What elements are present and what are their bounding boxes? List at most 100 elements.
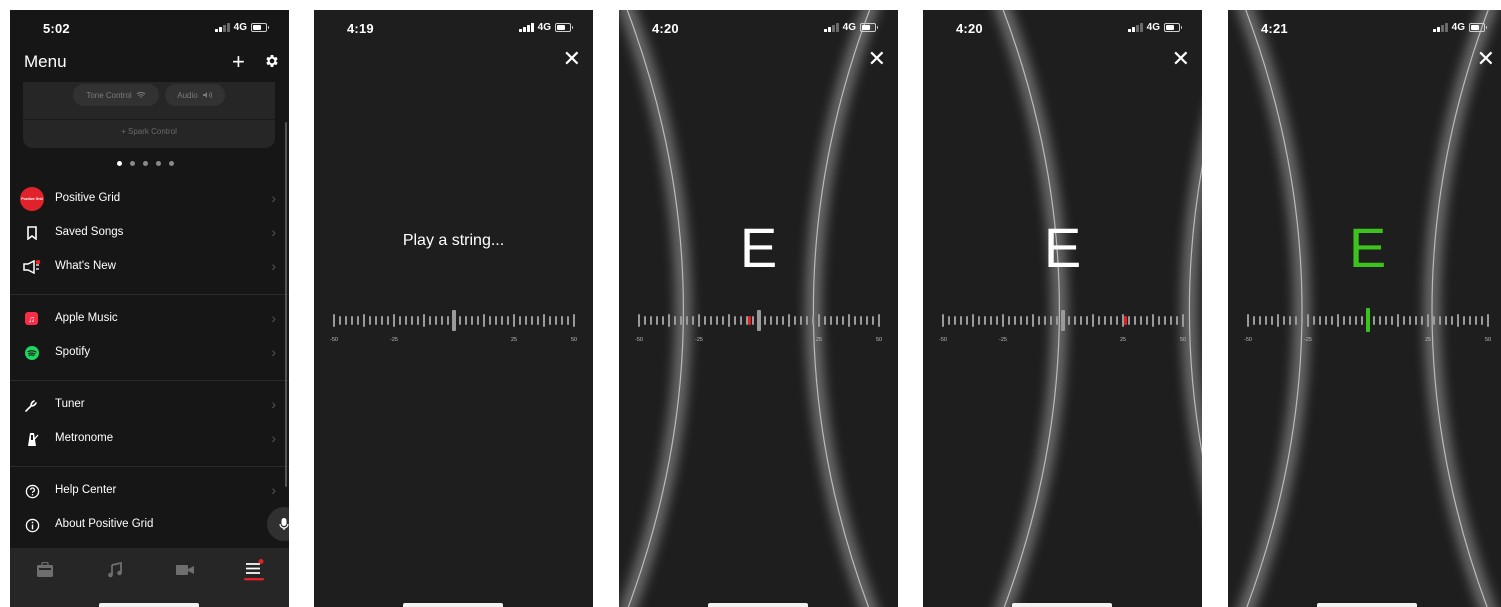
scale-tick	[1403, 315, 1406, 325]
gear-icon[interactable]	[264, 53, 280, 75]
scale-tick	[1014, 315, 1017, 325]
scale-tick	[471, 315, 474, 325]
microphone-icon	[279, 518, 289, 530]
scale-tick	[842, 315, 845, 325]
scale-label: 50	[570, 337, 578, 343]
scale-tick	[399, 315, 402, 325]
scale-tick	[806, 315, 809, 325]
scale-label: -25	[695, 337, 703, 343]
scale-tick	[662, 315, 665, 325]
page-dot[interactable]	[169, 161, 174, 166]
home-indicator	[1317, 603, 1417, 607]
divider	[10, 466, 289, 467]
menu-item-about[interactable]: About Positive Grid	[10, 508, 289, 542]
chevron-right-icon: ›	[271, 430, 276, 446]
signal-icon	[824, 23, 839, 32]
scale-tick	[452, 309, 456, 331]
scale-tick	[1487, 313, 1490, 327]
scale-label: 50	[875, 337, 883, 343]
menu-item-apple-music[interactable]: ♫ Apple Music ›	[10, 302, 289, 336]
scale-tick	[764, 315, 767, 325]
page-dot[interactable]	[143, 161, 148, 166]
scale-tick	[381, 315, 384, 325]
scale-tick	[543, 313, 546, 327]
status-time: 4:21	[1261, 21, 1288, 36]
page-dot[interactable]	[117, 161, 122, 166]
menu-item-metronome[interactable]: Metronome ›	[10, 422, 289, 456]
bookmark-icon	[23, 224, 41, 242]
battery-icon	[1164, 23, 1182, 32]
scale-tick	[800, 315, 803, 325]
scale-tick	[1277, 313, 1280, 327]
scale-tick	[339, 315, 342, 325]
tuner-screen: 4:20 4G ✕ E -50 -25 25 50	[619, 10, 898, 607]
scale-tick	[948, 315, 951, 325]
scale-tick	[1104, 315, 1107, 325]
menu-item-positive-grid[interactable]: Positive Grid Positive Grid ›	[10, 182, 289, 216]
scale-tick	[495, 315, 498, 325]
scale-tick	[668, 313, 671, 327]
scale-tick	[996, 315, 999, 325]
scale-label: 50	[1179, 337, 1187, 343]
close-icon: ✕	[1171, 46, 1190, 71]
scale-tick	[1002, 313, 1005, 327]
plus-icon[interactable]: +	[232, 49, 245, 75]
close-button[interactable]: ✕	[1477, 48, 1495, 70]
page-title: Menu	[24, 52, 67, 71]
close-button[interactable]: ✕	[1172, 48, 1190, 70]
scale-tick	[411, 315, 414, 325]
scale-tick	[531, 315, 534, 325]
scale-tick	[644, 315, 647, 325]
menu-item-spotify[interactable]: Spotify ›	[10, 336, 289, 370]
amp-icon	[37, 562, 53, 577]
scale-tick	[351, 315, 354, 325]
scale-tick	[710, 315, 713, 325]
chevron-right-icon: ›	[271, 224, 276, 240]
menu-screen: 5:02 4G Menu + Tone Control Audio + Spar…	[10, 10, 289, 607]
detected-note: E	[1043, 216, 1082, 279]
menu-item-whats-new[interactable]: What's New ›	[10, 250, 289, 284]
close-button[interactable]: ✕	[868, 48, 886, 70]
scale-tick	[1008, 315, 1011, 325]
scale-tick	[1397, 313, 1400, 327]
notification-badge	[35, 260, 41, 265]
tab-music[interactable]	[105, 560, 125, 580]
scale-tick	[1164, 315, 1167, 325]
scale-tick	[1463, 315, 1466, 325]
scrollbar[interactable]	[285, 122, 287, 487]
scale-tick	[1032, 313, 1035, 327]
spark-control-button[interactable]: + Spark Control	[23, 127, 275, 136]
tab-video[interactable]	[175, 560, 195, 580]
page-dot[interactable]	[130, 161, 135, 166]
close-button[interactable]: ✕	[563, 48, 581, 70]
scale-tick	[1355, 315, 1358, 325]
scale-tick	[1176, 315, 1179, 325]
scale-label: 25	[510, 337, 518, 343]
scale-tick	[1439, 315, 1442, 325]
cents-scale: -50 -25 25 50	[1228, 308, 1501, 358]
tab-amp[interactable]	[35, 560, 55, 580]
scale-tick	[1481, 315, 1484, 325]
menu-item-tuner[interactable]: Tuner ›	[10, 388, 289, 422]
home-indicator	[403, 603, 503, 607]
scale-tick	[1391, 315, 1394, 325]
megaphone-icon	[23, 258, 41, 276]
chevron-right-icon: ›	[271, 344, 276, 360]
scale-tick	[1253, 315, 1256, 325]
tab-menu[interactable]	[244, 559, 264, 581]
scale-tick	[674, 315, 677, 325]
tone-control-chip[interactable]: Tone Control	[73, 84, 159, 106]
scale-tick	[1289, 315, 1292, 325]
audio-chip[interactable]: Audio	[165, 84, 225, 106]
scale-tick	[1265, 315, 1268, 325]
scale-tick	[776, 315, 779, 325]
wifi-icon	[136, 92, 146, 98]
page-dot[interactable]	[156, 161, 161, 166]
menu-item-saved-songs[interactable]: Saved Songs ›	[10, 216, 289, 250]
battery-icon	[555, 23, 573, 32]
pitch-needle	[1366, 308, 1370, 332]
menu-item-help-center[interactable]: Help Center ›	[10, 474, 289, 508]
scale-tick	[722, 315, 725, 325]
scale-tick	[501, 315, 504, 325]
help-icon	[23, 482, 41, 500]
